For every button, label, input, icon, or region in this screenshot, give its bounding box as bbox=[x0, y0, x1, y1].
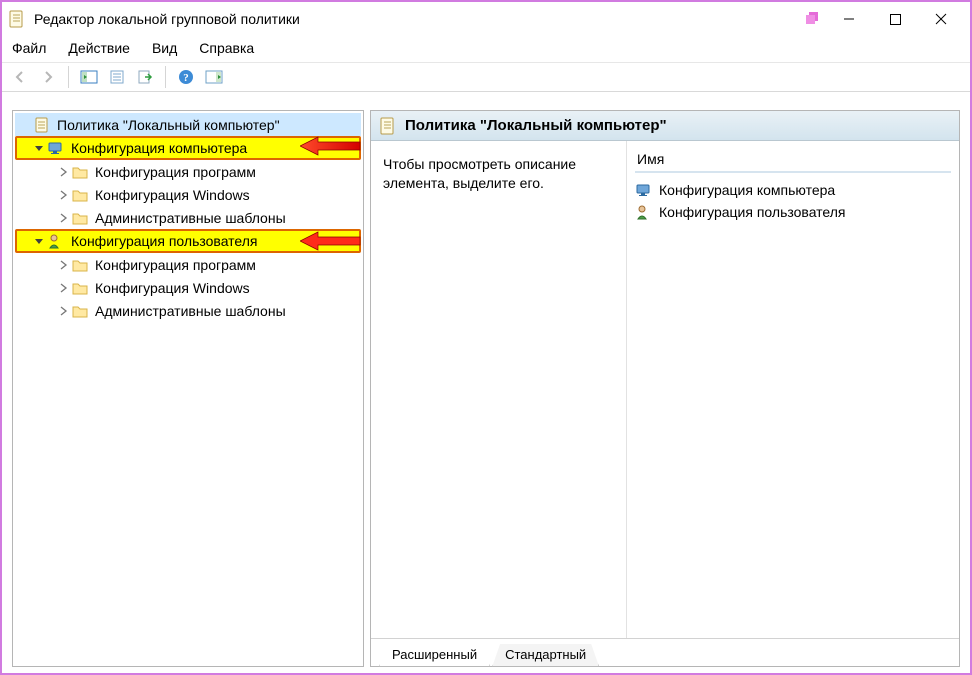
computer-config-icon bbox=[635, 181, 653, 199]
menu-view[interactable]: Вид bbox=[152, 40, 177, 56]
list-item-label: Конфигурация компьютера bbox=[659, 182, 835, 198]
policy-tree: Политика "Локальный компьютер" Конфигура… bbox=[13, 111, 363, 326]
folder-icon bbox=[71, 256, 89, 274]
properties-button[interactable] bbox=[105, 65, 129, 89]
menu-file[interactable]: Файл bbox=[12, 40, 46, 56]
folder-icon bbox=[71, 186, 89, 204]
export-list-button[interactable] bbox=[133, 65, 157, 89]
show-hide-tree-button[interactable] bbox=[77, 65, 101, 89]
menubar: Файл Действие Вид Справка bbox=[2, 36, 970, 62]
tree-label: Административные шаблоны bbox=[95, 210, 286, 226]
details-header: Политика "Локальный компьютер" bbox=[371, 111, 959, 141]
folder-icon bbox=[71, 302, 89, 320]
expander-icon[interactable] bbox=[55, 213, 71, 223]
titlebar: Редактор локальной групповой политики bbox=[2, 2, 970, 36]
tree-label: Административные шаблоны bbox=[95, 303, 286, 319]
list-item-label: Конфигурация пользователя bbox=[659, 204, 846, 220]
list-item[interactable]: Конфигурация компьютера bbox=[635, 179, 951, 201]
tree-label: Конфигурация программ bbox=[95, 257, 256, 273]
tree-label: Политика "Локальный компьютер" bbox=[57, 117, 280, 133]
menu-action[interactable]: Действие bbox=[68, 40, 130, 56]
tree-label: Конфигурация Windows bbox=[95, 187, 250, 203]
tree-label: Конфигурация компьютера bbox=[71, 140, 247, 156]
tree-root[interactable]: Политика "Локальный компьютер" bbox=[15, 113, 361, 136]
user-config-icon bbox=[47, 232, 65, 250]
tree-item[interactable]: Конфигурация Windows bbox=[15, 276, 361, 299]
maximize-button[interactable] bbox=[872, 4, 918, 34]
expander-icon[interactable] bbox=[55, 190, 71, 200]
expander-icon[interactable] bbox=[31, 236, 47, 246]
details-tabs: Расширенный Стандартный bbox=[371, 638, 959, 666]
back-button[interactable] bbox=[8, 65, 32, 89]
expander-icon[interactable] bbox=[55, 167, 71, 177]
forward-button[interactable] bbox=[36, 65, 60, 89]
tree-label: Конфигурация Windows bbox=[95, 280, 250, 296]
details-header-title: Политика "Локальный компьютер" bbox=[405, 117, 667, 134]
overlay-squares-icon bbox=[804, 10, 822, 28]
tree-label: Конфигурация программ bbox=[95, 164, 256, 180]
gpedit-app-icon bbox=[8, 10, 26, 28]
list-item[interactable]: Конфигурация пользователя bbox=[635, 201, 951, 223]
gpedit-doc-icon bbox=[379, 117, 397, 135]
tree-item-computer-config[interactable]: Конфигурация компьютера bbox=[15, 136, 361, 160]
user-config-icon bbox=[635, 203, 653, 221]
toolbar-divider bbox=[165, 66, 166, 88]
filter-options-button[interactable] bbox=[202, 65, 226, 89]
expander-icon[interactable] bbox=[55, 306, 71, 316]
tree-item[interactable]: Административные шаблоны bbox=[15, 206, 361, 229]
toolbar-divider bbox=[68, 66, 69, 88]
folder-icon bbox=[71, 279, 89, 297]
close-button[interactable] bbox=[918, 4, 964, 34]
expander-icon[interactable] bbox=[55, 260, 71, 270]
computer-config-icon bbox=[47, 139, 65, 157]
folder-icon bbox=[71, 163, 89, 181]
column-header-name[interactable]: Имя bbox=[635, 151, 951, 173]
description-text: Чтобы просмотреть описание элемента, выд… bbox=[371, 141, 627, 638]
window-title: Редактор локальной групповой политики bbox=[34, 11, 804, 27]
tree-item[interactable]: Конфигурация программ bbox=[15, 253, 361, 276]
folder-icon bbox=[71, 209, 89, 227]
tree-label: Конфигурация пользователя bbox=[71, 233, 258, 249]
window-controls bbox=[826, 4, 964, 34]
tree-pane[interactable]: Политика "Локальный компьютер" Конфигура… bbox=[12, 110, 364, 667]
help-button[interactable]: ? bbox=[174, 65, 198, 89]
expander-icon[interactable] bbox=[55, 283, 71, 293]
details-pane: Политика "Локальный компьютер" Чтобы про… bbox=[370, 110, 960, 667]
tab-extended[interactable]: Расширенный bbox=[379, 643, 490, 667]
minimize-button[interactable] bbox=[826, 4, 872, 34]
details-list[interactable]: Имя Конфигурация компьютера Конфигурация… bbox=[627, 141, 959, 638]
toolbar: ? bbox=[2, 62, 970, 92]
gpedit-doc-icon bbox=[33, 116, 51, 134]
svg-text:?: ? bbox=[183, 72, 189, 84]
expander-icon[interactable] bbox=[31, 143, 47, 153]
tree-item-user-config[interactable]: Конфигурация пользователя bbox=[15, 229, 361, 253]
tree-item[interactable]: Конфигурация Windows bbox=[15, 183, 361, 206]
tree-item[interactable]: Административные шаблоны bbox=[15, 299, 361, 322]
tab-standard[interactable]: Стандартный bbox=[492, 644, 599, 667]
tree-item[interactable]: Конфигурация программ bbox=[15, 160, 361, 183]
menu-help[interactable]: Справка bbox=[199, 40, 254, 56]
main-area: Политика "Локальный компьютер" Конфигура… bbox=[12, 110, 960, 667]
